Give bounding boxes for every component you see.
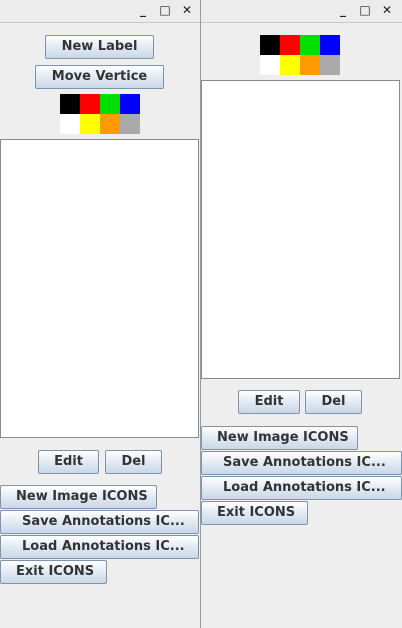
edit-button[interactable]: Edit [238,390,300,414]
del-button[interactable]: Del [305,390,362,414]
minimize-icon[interactable]: _ [136,3,150,17]
minimize-icon[interactable]: _ [336,3,350,17]
new-image-button[interactable]: New Image ICONS [0,485,157,509]
left-window: _ □ ✕ New Label Move Vertice Edit Del Ne… [0,0,200,628]
color-swatch-white[interactable] [60,114,80,134]
title-bar: _ □ ✕ [0,0,200,23]
load-annotations-button[interactable]: Load Annotations IC... [201,476,402,500]
exit-button[interactable]: Exit ICONS [201,501,308,525]
color-swatch-yellow[interactable] [280,55,300,75]
right-window: _ □ ✕ Edit Del New Image ICONS Save Anno… [200,0,402,628]
close-icon[interactable]: ✕ [380,3,394,17]
save-annotations-button[interactable]: Save Annotations IC... [0,510,199,534]
close-icon[interactable]: ✕ [180,3,194,17]
color-swatch-gray[interactable] [120,114,140,134]
color-swatch-orange[interactable] [300,55,320,75]
color-swatch-black[interactable] [60,94,80,114]
color-palette [60,94,140,134]
new-image-button[interactable]: New Image ICONS [201,426,358,450]
new-label-button[interactable]: New Label [45,35,154,59]
color-swatch-black[interactable] [260,35,280,55]
title-bar: _ □ ✕ [201,0,402,23]
label-list[interactable] [201,80,400,379]
color-swatch-blue[interactable] [320,35,340,55]
color-swatch-gray[interactable] [320,55,340,75]
load-annotations-button[interactable]: Load Annotations IC... [0,535,199,559]
color-swatch-green[interactable] [300,35,320,55]
save-annotations-button[interactable]: Save Annotations IC... [201,451,402,475]
edit-button[interactable]: Edit [38,450,99,474]
color-swatch-green[interactable] [100,94,120,114]
exit-button[interactable]: Exit ICONS [0,560,107,584]
del-button[interactable]: Del [105,450,162,474]
color-swatch-orange[interactable] [100,114,120,134]
color-swatch-blue[interactable] [120,94,140,114]
color-swatch-white[interactable] [260,55,280,75]
color-palette [260,35,340,75]
label-list[interactable] [0,139,199,438]
maximize-icon[interactable]: □ [358,3,372,17]
color-swatch-yellow[interactable] [80,114,100,134]
maximize-icon[interactable]: □ [158,3,172,17]
color-swatch-red[interactable] [280,35,300,55]
color-swatch-red[interactable] [80,94,100,114]
move-vertice-button[interactable]: Move Vertice [35,65,164,89]
